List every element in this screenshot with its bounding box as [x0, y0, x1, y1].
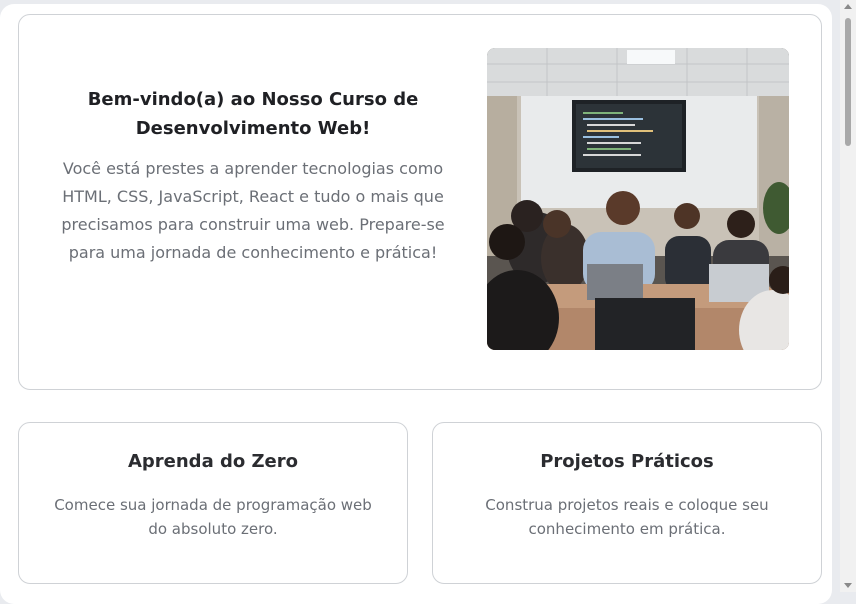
scrollbar-thumb[interactable]	[845, 18, 851, 146]
scroll-up-icon[interactable]	[844, 4, 852, 9]
vertical-scrollbar[interactable]	[840, 0, 856, 592]
hero-title: Bem-vindo(a) ao Nosso Curso de Desenvolv…	[87, 89, 419, 139]
feature-title: Projetos Práticos	[540, 451, 714, 472]
feature-card-learn-from-zero: Aprenda do Zero Comece sua jornada de pr…	[18, 422, 408, 584]
feature-title: Aprenda do Zero	[127, 451, 299, 472]
page-container: Bem-vindo(a) ao Nosso Curso de Desenvolv…	[0, 4, 832, 604]
hero-image	[487, 48, 789, 350]
scroll-down-icon[interactable]	[844, 583, 852, 588]
classroom-photo	[487, 48, 789, 350]
hero-description: Você está prestes a aprender tecnologias…	[61, 159, 445, 262]
feature-description: Comece sua jornada de programação web do…	[54, 496, 372, 538]
hero-card: Bem-vindo(a) ao Nosso Curso de Desenvolv…	[18, 14, 822, 390]
feature-card-practical-projects: Projetos Práticos Construa projetos reai…	[432, 422, 822, 584]
feature-description: Construa projetos reais e coloque seu co…	[485, 496, 769, 538]
hero-text-block: Bem-vindo(a) ao Nosso Curso de Desenvolv…	[53, 85, 453, 267]
